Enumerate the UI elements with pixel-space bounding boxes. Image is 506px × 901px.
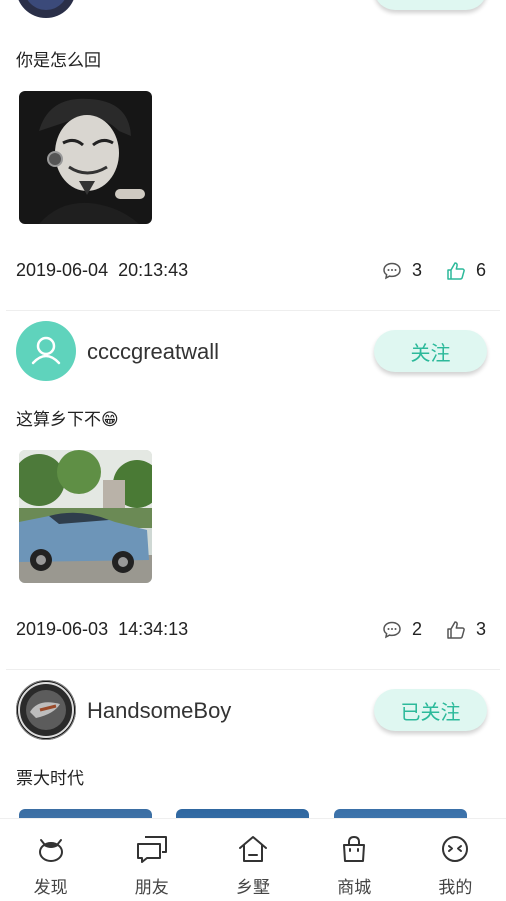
- avatar[interactable]: [16, 321, 76, 381]
- post-text: 你是怎么回: [16, 51, 101, 71]
- house-icon: [237, 833, 269, 865]
- post-image[interactable]: [19, 809, 152, 818]
- user-icon: [31, 336, 61, 365]
- smiley-face-icon: [440, 833, 470, 865]
- comment-count: 2: [411, 619, 422, 639]
- tab-label: 朋友: [134, 878, 169, 898]
- username[interactable]: HandsomeBoy: [87, 698, 231, 724]
- like-count: 6: [475, 260, 486, 280]
- post-image[interactable]: [176, 809, 309, 818]
- tab-discover[interactable]: 发现: [0, 819, 101, 901]
- tab-village-villa[interactable]: 乡墅: [202, 819, 303, 901]
- like-count: 3: [475, 619, 486, 639]
- follow-button[interactable]: 关注: [374, 0, 487, 10]
- post-stats: 2 3: [382, 619, 486, 640]
- post-image[interactable]: [19, 91, 152, 224]
- comment-count: 3: [411, 260, 422, 280]
- post-text: 票大时代: [16, 769, 84, 789]
- comment-icon[interactable]: [382, 261, 402, 281]
- divider: [6, 669, 500, 670]
- post-stats: 3 6: [382, 260, 486, 281]
- chat-bubbles-icon: [135, 833, 169, 865]
- post-image[interactable]: [19, 450, 152, 583]
- thumbs-up-icon[interactable]: [446, 261, 466, 281]
- username[interactable]: ccccgreatwall: [87, 339, 219, 365]
- tab-label: 发现: [33, 878, 68, 898]
- post-text: 这算乡下不😁: [16, 410, 119, 430]
- follow-button[interactable]: 关注: [374, 330, 487, 372]
- post-image[interactable]: [334, 809, 467, 818]
- avatar[interactable]: [16, 0, 76, 18]
- shopping-bag-icon: [339, 833, 369, 865]
- tab-mine[interactable]: 我的: [405, 819, 506, 901]
- tab-label: 乡墅: [236, 878, 270, 898]
- cat-face-icon: [36, 833, 66, 865]
- tab-label: 我的: [438, 878, 473, 898]
- comment-icon[interactable]: [382, 620, 402, 640]
- divider: [6, 310, 500, 311]
- post-feed[interactable]: 哈哈 关注 你是怎么回 2019-06-04 20:13:43: [0, 0, 506, 818]
- tab-friends[interactable]: 朋友: [101, 819, 202, 901]
- tab-mall[interactable]: 商城: [304, 819, 405, 901]
- following-button[interactable]: 已关注: [374, 689, 487, 731]
- post-timestamp: 2019-06-04 20:13:43: [16, 260, 189, 280]
- thumbs-up-icon[interactable]: [446, 620, 466, 640]
- bottom-tab-bar: 发现 朋友 乡墅 商城 我的: [0, 818, 506, 901]
- tab-label: 商城: [337, 878, 372, 898]
- avatar[interactable]: [16, 680, 76, 740]
- post-timestamp: 2019-06-03 14:34:13: [16, 619, 189, 639]
